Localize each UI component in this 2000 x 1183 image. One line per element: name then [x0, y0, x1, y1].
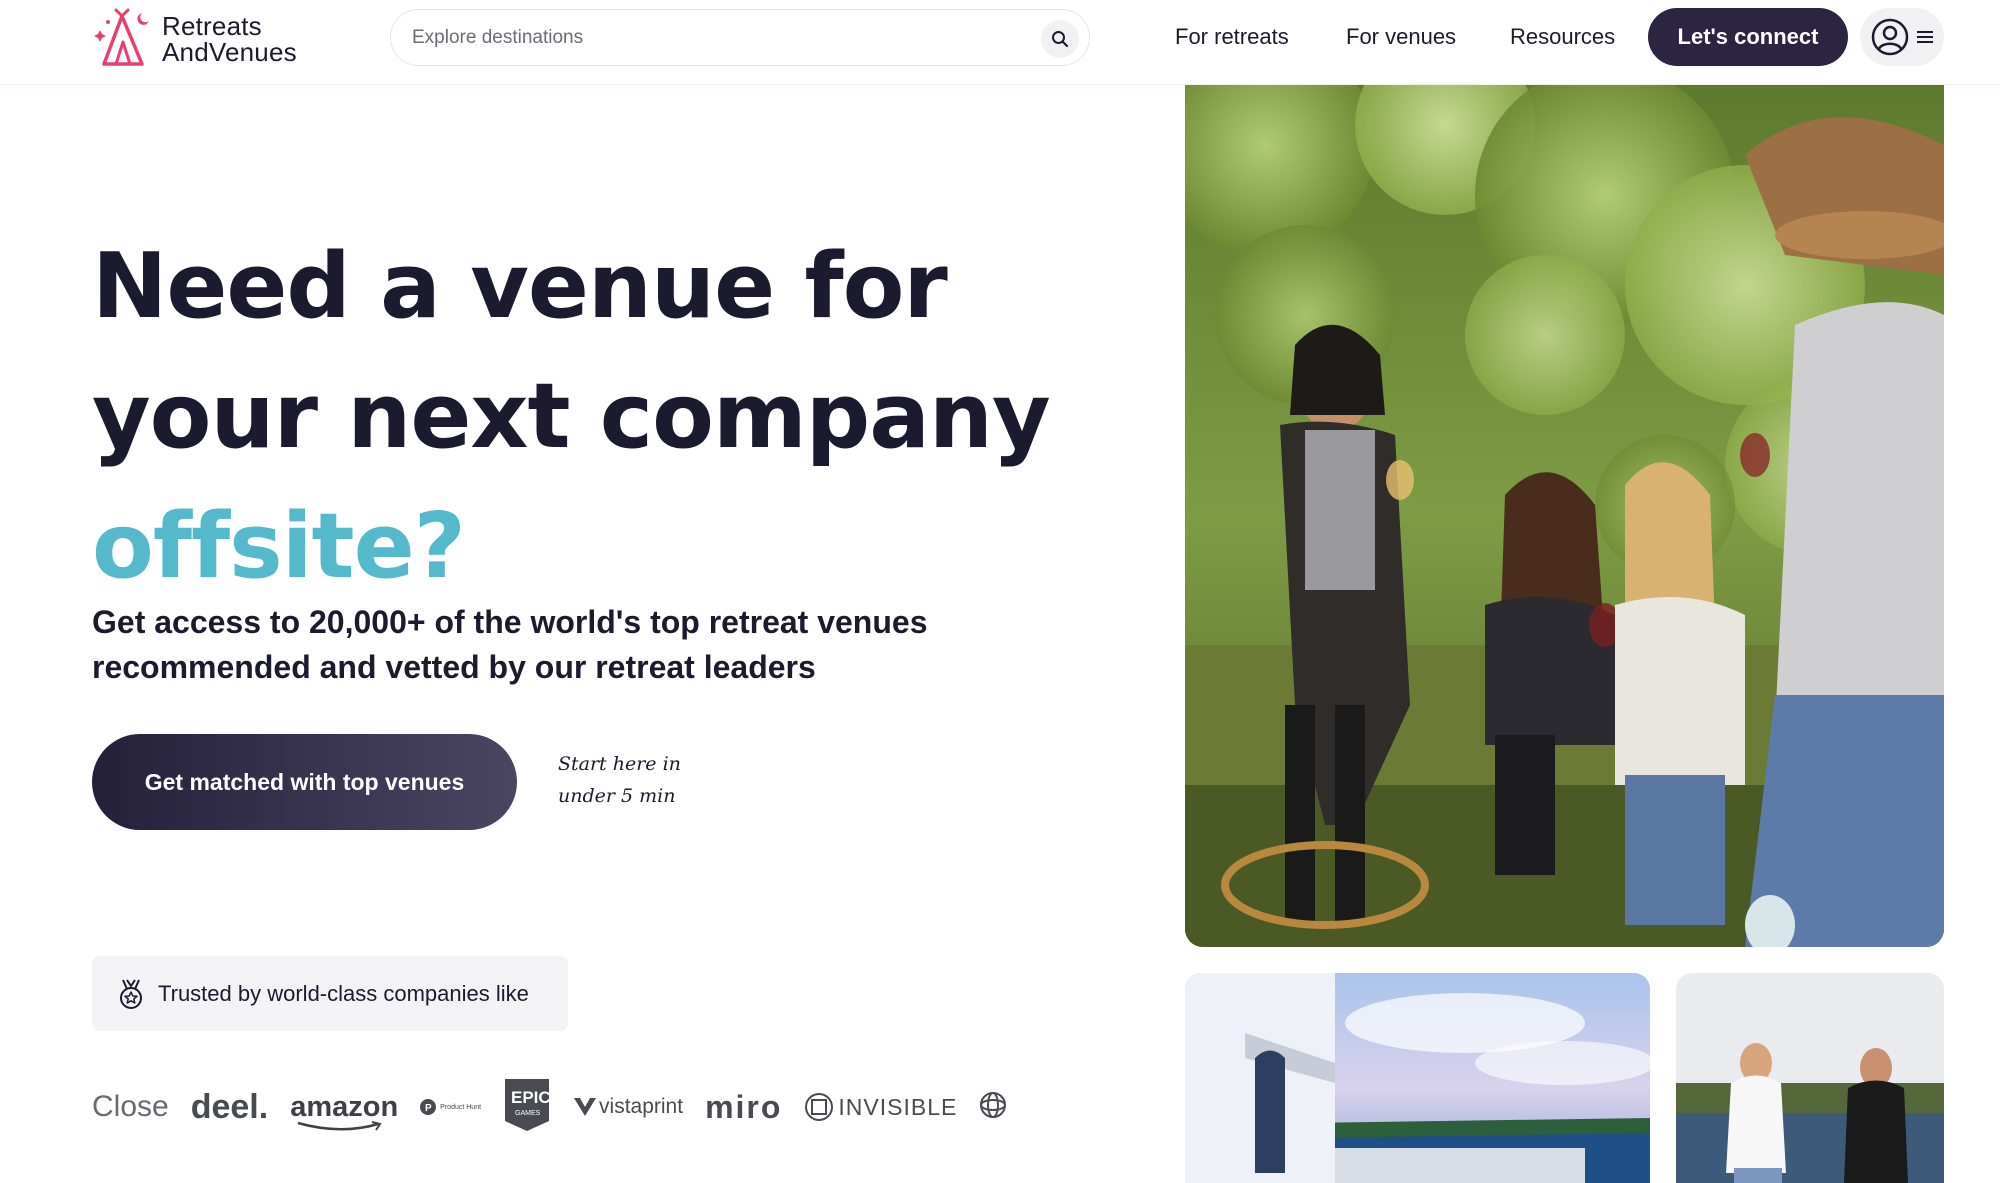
- epic-games-icon: EPIC GAMES: [505, 1078, 551, 1131]
- svg-text:GAMES: GAMES: [515, 1110, 541, 1117]
- hero-subtitle-line-1: Get access to 20,000+ of the world's top…: [92, 604, 928, 640]
- user-avatar-icon: [1871, 18, 1909, 56]
- globe-logo-icon: [980, 1091, 1007, 1118]
- cta-hint-line-1: Start here in: [558, 753, 681, 775]
- venue-photo-coastal-villa: [1185, 973, 1650, 1183]
- logo-miro: miro: [705, 1088, 783, 1125]
- hero-title-accent: offsite?: [92, 494, 466, 599]
- nav-for-retreats[interactable]: For retreats: [1175, 24, 1289, 50]
- logo-vistaprint-text: vistaprint: [599, 1095, 684, 1118]
- site-header: Retreats AndVenues For retreats For venu…: [0, 0, 2000, 85]
- venue-photo-women-by-pool: [1676, 973, 1944, 1183]
- svg-text:EPIC: EPIC: [511, 1088, 551, 1107]
- logo-product-hunt-text: Product Hunt: [440, 1103, 482, 1111]
- logo-line-1: Retreats: [162, 11, 262, 41]
- logo-epic-games: EPIC GAMES: [503, 1077, 551, 1138]
- trusted-badge: Trusted by world-class companies like: [92, 956, 568, 1031]
- logo-close: Close: [92, 1090, 169, 1123]
- cta-hint-line-2: under 5 min: [558, 785, 676, 807]
- get-matched-button[interactable]: Get matched with top venues: [92, 734, 517, 830]
- tent-logo-icon: [94, 8, 149, 66]
- logo-deel: deel.: [190, 1087, 269, 1126]
- product-hunt-icon: P: [420, 1099, 437, 1115]
- logo-invisible: INVISIBLE: [804, 1092, 957, 1122]
- logo-vistaprint: vistaprint: [573, 1095, 683, 1119]
- nav-resources[interactable]: Resources: [1510, 24, 1615, 50]
- hero-title: Need a venue for your next company offsi…: [92, 222, 1112, 612]
- trusted-label: Trusted by world-class companies like: [158, 980, 529, 1006]
- logo-product-hunt: P Product Hunt: [420, 1099, 481, 1115]
- cta-hint: Start here in under 5 min: [558, 748, 718, 812]
- company-logos: Close deel. amazon P Product Hunt EPIC G…: [92, 1072, 1012, 1142]
- user-menu-button[interactable]: [1860, 8, 1944, 66]
- search-bar: [390, 9, 1090, 66]
- hamburger-menu-icon: [1917, 31, 1933, 43]
- hero-title-line-1: Need a venue for: [92, 234, 948, 339]
- medal-icon: [120, 978, 142, 1009]
- page: Retreats AndVenues For retreats For venu…: [0, 0, 2000, 1183]
- search-input[interactable]: [412, 26, 972, 49]
- hero-subtitle: Get access to 20,000+ of the world's top…: [92, 600, 1052, 690]
- logo-amazon: amazon: [290, 1090, 399, 1131]
- hero-title-line-2: your next company: [92, 364, 1051, 469]
- search-button[interactable]: [1041, 20, 1079, 58]
- search-icon: [1052, 31, 1069, 48]
- invisible-icon: [805, 1093, 834, 1121]
- svg-text:P: P: [425, 1103, 432, 1114]
- logo-invisible-text: INVISIBLE: [838, 1093, 958, 1120]
- logo-wordmark: Retreats AndVenues: [162, 13, 297, 65]
- amazon-smile-icon: [297, 1120, 382, 1131]
- logo[interactable]: Retreats AndVenues: [92, 8, 322, 70]
- hero-photo-friends-picnic: [1185, 85, 1944, 947]
- logo-globe: [979, 1091, 1007, 1124]
- logo-amazon-text: amazon: [290, 1090, 399, 1123]
- nav-for-venues[interactable]: For venues: [1346, 24, 1456, 50]
- lets-connect-button[interactable]: Let's connect: [1648, 8, 1848, 66]
- logo-line-2: AndVenues: [162, 37, 297, 67]
- vistaprint-icon: [574, 1098, 597, 1116]
- hero-subtitle-line-2: recommended and vetted by our retreat le…: [92, 649, 816, 685]
